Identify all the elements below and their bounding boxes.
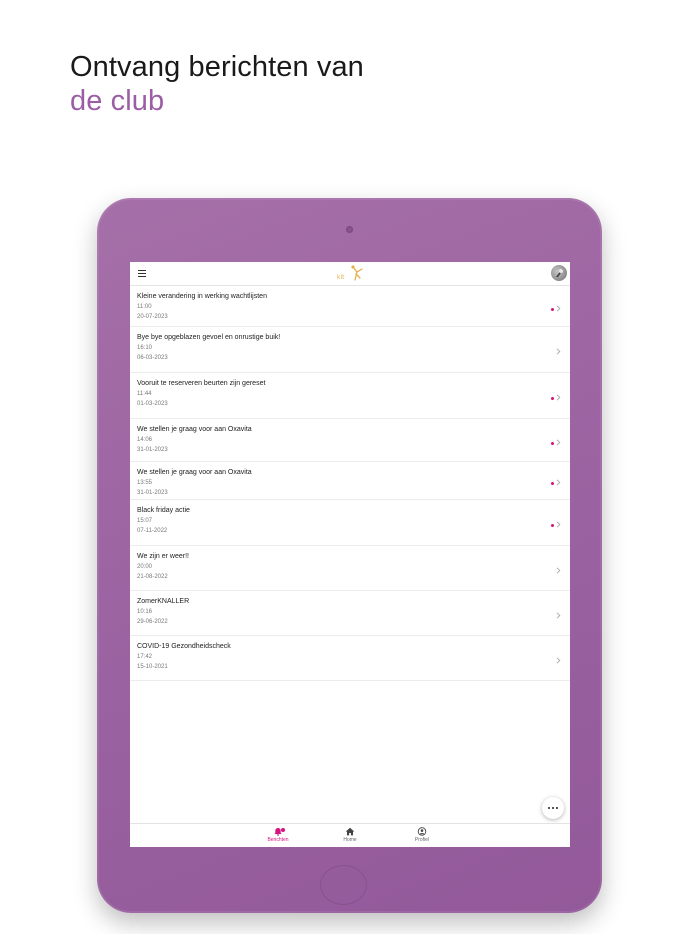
club-logo: kit [337,265,363,281]
message-list-item[interactable]: We stellen je graag voor aan Oxavita 13:5… [130,462,570,500]
message-title: ZomerKNALLER [137,598,190,605]
message-list-item[interactable]: We zijn er weer!! 20:00 21-08-2022 [130,546,570,591]
message-list-item[interactable]: Vooruit te reserveren beurten zijn geres… [130,373,570,419]
tab-berichten[interactable]: Berichten [258,827,298,843]
chevron-right-icon [556,479,561,486]
tab-label: Home [343,837,357,843]
app-screen: kit Kleine verandering in werking wachtl… [130,262,570,847]
tablet-frame: kit Kleine verandering in werking wachtl… [97,198,602,913]
camera-icon [346,226,353,233]
chevron-right-icon [556,657,561,664]
chevron-right-icon [556,521,561,528]
tablet-home-button [320,865,367,905]
bottom-tab-bar: Berichten Home Profiel [130,823,570,847]
chevron-right-icon [556,305,561,312]
home-icon [345,827,355,836]
message-title: Bye bye opgeblazen gevoel en onrustige b… [137,334,281,341]
chevron-right-icon [556,567,561,574]
message-list: Kleine verandering in werking wachtlijst… [130,286,570,681]
message-list-item[interactable]: Black friday actie 15:07 07-11-2022 [130,500,570,546]
message-title: We stellen je graag voor aan Oxavita [137,469,252,476]
message-title: Vooruit te reserveren beurten zijn geres… [137,380,266,387]
headline-line-1: Ontvang berichten van [70,51,364,83]
more-actions-button[interactable] [542,797,564,819]
headline-line-2: de club [70,85,165,117]
avatar[interactable] [551,265,567,281]
message-date: 01-03-2023 [137,401,168,407]
message-list-item[interactable]: ZomerKNALLER 10:16 29-06-2022 [130,591,570,636]
chevron-right-icon [556,439,561,446]
message-date: 20-07-2023 [137,314,168,320]
unread-dot [551,308,554,311]
chevron-right-icon [556,348,561,355]
unread-dot [551,442,554,445]
message-title: Kleine verandering in werking wachtlijst… [137,293,267,300]
message-list-item[interactable]: We stellen je graag voor aan Oxavita 14:0… [130,419,570,462]
tab-home[interactable]: Home [330,827,370,843]
unread-badge [281,828,285,832]
message-time: 11:00 [137,304,152,310]
tab-label: Berichten [267,837,289,843]
message-date: 31-01-2023 [137,447,168,453]
message-time: 11:44 [137,391,152,397]
message-title: Black friday actie [137,507,190,514]
hamburger-menu-icon[interactable] [138,270,146,277]
tab-label: Profiel [414,837,430,843]
chevron-right-icon [556,612,561,619]
message-date: 07-11-2022 [137,528,168,534]
unread-dot [551,524,554,527]
profile-icon [417,827,427,836]
message-time: 14:06 [137,437,153,443]
message-list-item[interactable]: Kleine verandering in werking wachtlijst… [130,286,570,327]
message-date: 15-10-2021 [137,664,168,670]
tab-profiel[interactable]: Profiel [402,827,442,843]
app-top-bar: kit [130,262,570,286]
message-date: 29-06-2022 [137,619,168,625]
message-time: 13:55 [137,480,153,486]
message-date: 31-01-2023 [137,490,168,496]
message-time: 15:07 [137,518,153,524]
message-title: We stellen je graag voor aan Oxavita [137,426,252,433]
message-title: COVID-19 Gezondheidscheck [137,643,231,650]
unread-dot [551,482,554,485]
headline: Ontvang berichten van de club [70,50,364,118]
unread-dot [551,397,554,400]
message-date: 06-03-2023 [137,355,168,361]
message-time: 20:00 [137,564,153,570]
message-date: 21-08-2022 [137,574,168,580]
message-time: 10:16 [137,609,153,615]
message-list-item[interactable]: Bye bye opgeblazen gevoel en onrustige b… [130,327,570,373]
message-list-item[interactable]: COVID-19 Gezondheidscheck 17:42 15-10-2021 [130,636,570,681]
message-time: 17:42 [137,654,153,660]
svg-text:kit: kit [337,274,345,281]
chevron-right-icon [556,394,561,401]
message-time: 16:10 [137,345,153,351]
message-title: We zijn er weer!! [137,553,189,560]
